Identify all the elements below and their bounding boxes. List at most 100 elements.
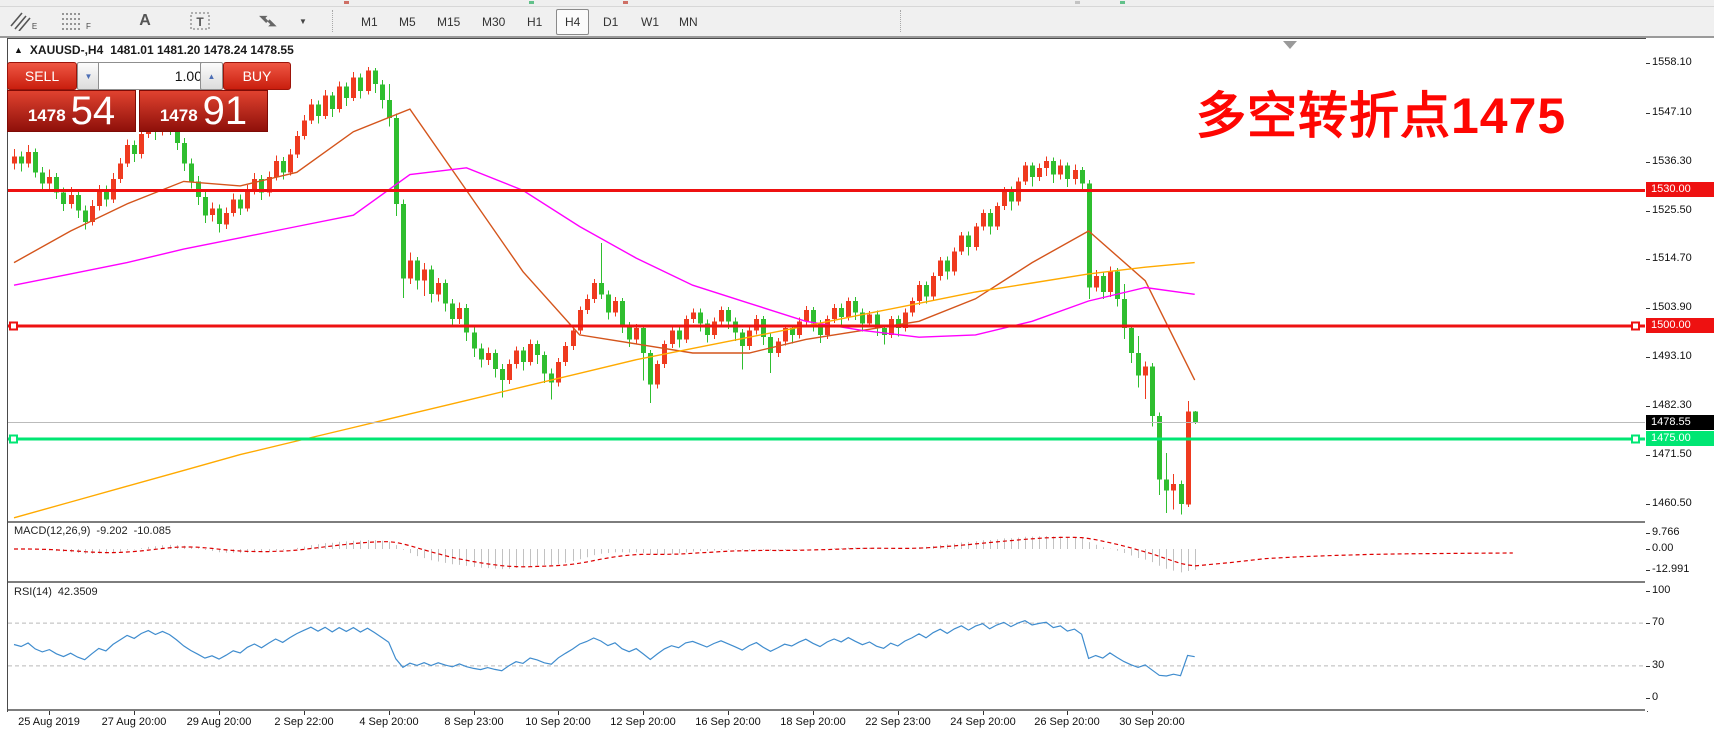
time-tick: [304, 711, 305, 715]
cutoff-icon-speck: [623, 1, 628, 4]
equidistant-channel-icon[interactable]: E: [8, 9, 38, 33]
price-tick: [1646, 162, 1650, 163]
fibonacci-retracement-icon[interactable]: F: [60, 9, 92, 33]
time-tick: [1152, 711, 1153, 715]
level-price-badge: 1475.00: [1646, 431, 1714, 446]
chart-shift-marker-icon[interactable]: [1283, 41, 1297, 49]
time-tick: [134, 711, 135, 715]
rsi-tick: [1646, 591, 1650, 592]
sell-button[interactable]: SELL: [7, 62, 77, 90]
toolbar: E F A T ▼ M1M5M15M30H1H4D1W1MN: [0, 7, 1714, 38]
price-tick-label: 1558.10: [1652, 56, 1692, 68]
text-box-icon[interactable]: T: [186, 9, 214, 33]
rsi-axis-label: 30: [1652, 659, 1664, 671]
sell-price-box[interactable]: 1478 54: [7, 90, 136, 132]
buy-price-box[interactable]: 1478 91: [139, 90, 268, 132]
time-tick: [898, 711, 899, 715]
time-tick: [728, 711, 729, 715]
price-tick: [1646, 211, 1650, 212]
buy-button[interactable]: BUY: [223, 62, 291, 90]
time-tick: [49, 711, 50, 715]
macd-panel[interactable]: [8, 523, 1645, 578]
chevron-down-icon[interactable]: ▼: [296, 9, 310, 33]
rsi-name: RSI(14): [14, 586, 52, 598]
timeframe-d1[interactable]: D1: [594, 9, 627, 35]
price-tick-label: 1482.30: [1652, 399, 1692, 411]
buy-price-big: 91: [203, 93, 248, 129]
price-tick-label: 1536.30: [1652, 155, 1692, 167]
macd-label: MACD(12,26,9) -9.202 -10.085: [14, 525, 171, 537]
macd-value-main: -9.202: [96, 525, 127, 537]
price-tick-label: 1514.70: [1652, 252, 1692, 264]
price-tick: [1646, 63, 1650, 64]
volume-increase-button[interactable]: ▲: [200, 62, 223, 90]
macd-axis-label: 0.00: [1652, 542, 1673, 554]
macd-tick: [1646, 533, 1650, 534]
rsi-panel[interactable]: [8, 583, 1645, 707]
timeframe-w1[interactable]: W1: [632, 9, 668, 35]
macd-axis-label: 9.766: [1652, 526, 1680, 538]
time-tick: [643, 711, 644, 715]
price-tick-label: 1503.90: [1652, 301, 1692, 313]
price-tick: [1646, 357, 1650, 358]
price-tick: [1646, 504, 1650, 505]
price-tick: [1646, 406, 1650, 407]
chart-bottom-border: [8, 709, 1645, 711]
price-tick-label: 1471.50: [1652, 448, 1692, 460]
time-tick: [1067, 711, 1068, 715]
top-window-strip: [0, 0, 1714, 7]
price-tick: [1646, 113, 1650, 114]
time-axis[interactable]: 25 Aug 2019 27 Aug 20:00 29 Aug 20:00 2 …: [0, 712, 1714, 732]
timeframe-h4[interactable]: H4: [556, 9, 589, 35]
volume-input[interactable]: [98, 62, 208, 90]
price-tick: [1646, 455, 1650, 456]
cutoff-icon-speck: [1120, 1, 1125, 4]
price-tick-label: 1547.10: [1652, 106, 1692, 118]
volume-decrease-button[interactable]: ▼: [77, 62, 100, 90]
time-tick: [219, 711, 220, 715]
cutoff-icon-speck: [344, 1, 349, 4]
time-tick: [813, 711, 814, 715]
sell-price-small: 1478: [28, 103, 66, 129]
time-tick: [558, 711, 559, 715]
timeframe-h1[interactable]: H1: [518, 9, 551, 35]
rsi-tick: [1646, 698, 1650, 699]
time-tick-label: 30 Sep 20:00: [1097, 716, 1207, 728]
rsi-value: 42.3509: [58, 586, 98, 598]
sell-price-big: 54: [71, 93, 116, 129]
arrow-tools-icon[interactable]: [252, 9, 282, 33]
cutoff-icon-speck: [529, 1, 534, 4]
macd-tick: [1646, 570, 1650, 571]
macd-axis-label: -12.991: [1652, 563, 1689, 575]
macd-value-signal: -10.085: [134, 525, 171, 537]
macd-tick: [1646, 549, 1650, 550]
level-price-badge: 1530.00: [1646, 182, 1714, 197]
price-tick: [1646, 259, 1650, 260]
rsi-axis-label: 0: [1652, 691, 1658, 703]
time-tick: [983, 711, 984, 715]
toolbar-separator: [332, 10, 334, 32]
one-click-collapse-icon[interactable]: ▲: [14, 45, 23, 55]
timeframe-mn[interactable]: MN: [670, 9, 707, 35]
macd-name: MACD(12,26,9): [14, 525, 90, 537]
timeframe-m15[interactable]: M15: [428, 9, 469, 35]
time-tick: [474, 711, 475, 715]
price-tick: [1646, 308, 1650, 309]
level-price-badge: 1500.00: [1646, 318, 1714, 333]
price-tick-label: 1493.10: [1652, 350, 1692, 362]
buy-price-small: 1478: [160, 103, 198, 129]
rsi-tick: [1646, 666, 1650, 667]
timeframe-m5[interactable]: M5: [390, 9, 425, 35]
rsi-axis-label: 100: [1652, 584, 1670, 596]
timeframe-m1[interactable]: M1: [352, 9, 387, 35]
price-axis[interactable]: 1558.10 1547.10 1536.30 1525.50 1514.70 …: [1646, 38, 1714, 711]
timeframe-m30[interactable]: M30: [473, 9, 514, 35]
rsi-label: RSI(14) 42.3509: [14, 586, 98, 598]
toolbar-separator: [900, 10, 902, 32]
current-price-badge: 1478.55: [1646, 415, 1714, 430]
chart-annotation-text: 多空转折点1475: [1196, 76, 1566, 148]
text-label-icon[interactable]: A: [132, 9, 158, 33]
svg-text:T: T: [196, 15, 204, 29]
symbol-label: XAUUSD-,H4: [30, 43, 103, 57]
ohlc-values: 1481.01 1481.20 1478.24 1478.55: [110, 43, 294, 57]
